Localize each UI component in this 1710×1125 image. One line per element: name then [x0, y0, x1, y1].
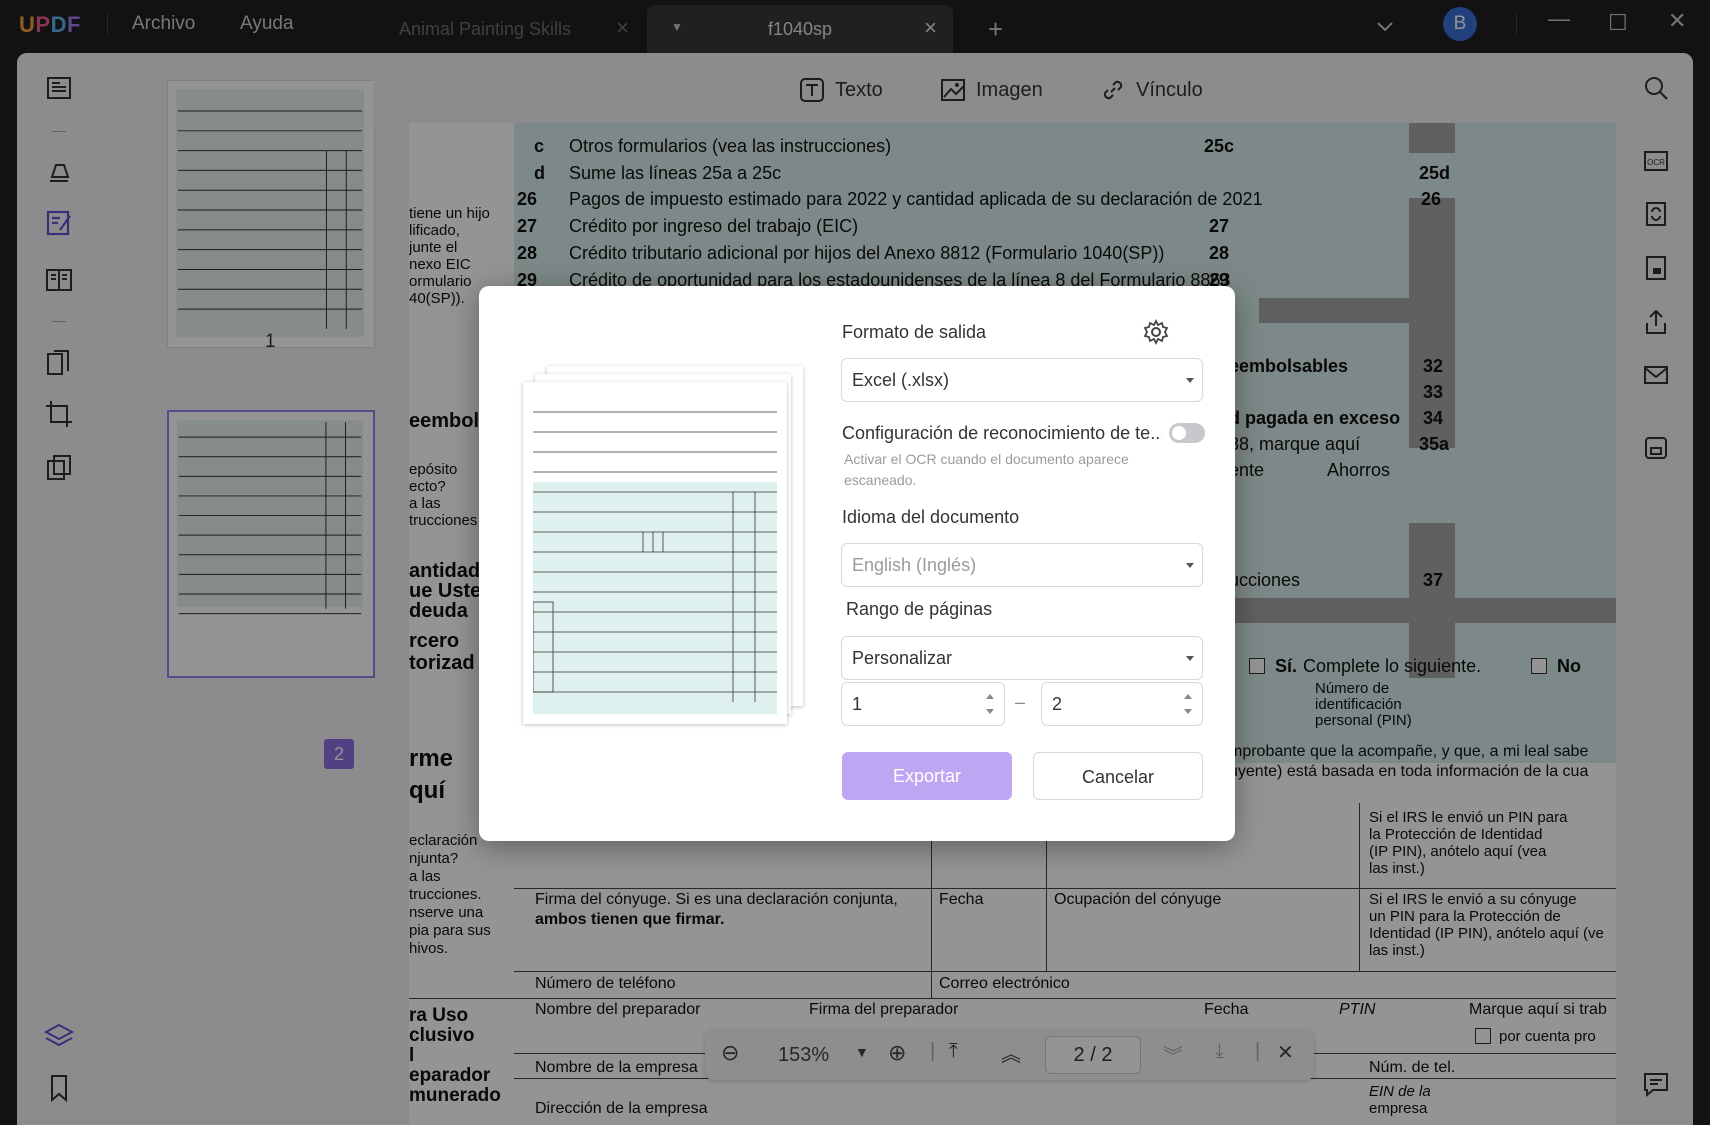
page-range-value: Personalizar — [852, 648, 953, 668]
export-dialog: Formato de salida Excel (.xlsx) Configur… — [479, 286, 1235, 841]
cancel-button[interactable]: Cancelar — [1033, 752, 1203, 800]
export-button[interactable]: Exportar — [842, 752, 1012, 800]
chevron-down-icon — [1186, 563, 1194, 568]
page-range-label: Rango de páginas — [846, 599, 993, 619]
range-dash: – — [1015, 692, 1026, 712]
chevron-down-icon — [1186, 656, 1194, 661]
preview-page-image — [532, 392, 777, 714]
ocr-toggle[interactable] — [1169, 423, 1205, 443]
document-language-label: Idioma del documento — [842, 507, 1020, 527]
output-format-select[interactable]: Excel (.xlsx) — [841, 358, 1203, 402]
stepper-down-icon[interactable] — [1184, 709, 1192, 714]
page-from-input[interactable]: 1 — [841, 682, 1005, 726]
stepper-up-icon[interactable] — [1184, 694, 1192, 699]
stepper-down-icon[interactable] — [986, 709, 994, 714]
toggle-knob — [1172, 426, 1186, 440]
ocr-settings-label: Configuración de reconocimiento de te... — [842, 423, 1162, 443]
document-language-select[interactable]: English (Inglés) — [841, 543, 1203, 587]
page-from-value: 1 — [852, 694, 863, 714]
settings-gear-icon[interactable] — [1142, 318, 1170, 346]
page-range-select[interactable]: Personalizar — [841, 636, 1203, 680]
chevron-down-icon — [1186, 378, 1194, 383]
page-to-input[interactable]: 2 — [1041, 682, 1203, 726]
document-preview — [523, 366, 803, 726]
stepper-up-icon[interactable] — [986, 694, 994, 699]
output-format-value: Excel (.xlsx) — [852, 370, 950, 390]
page-to-value: 2 — [1052, 694, 1063, 714]
preview-page-front — [523, 382, 787, 724]
ocr-hint: Activar el OCR cuando el documento apare… — [844, 451, 1129, 488]
document-language-value: English (Inglés) — [852, 555, 977, 575]
output-format-label: Formato de salida — [842, 322, 987, 342]
